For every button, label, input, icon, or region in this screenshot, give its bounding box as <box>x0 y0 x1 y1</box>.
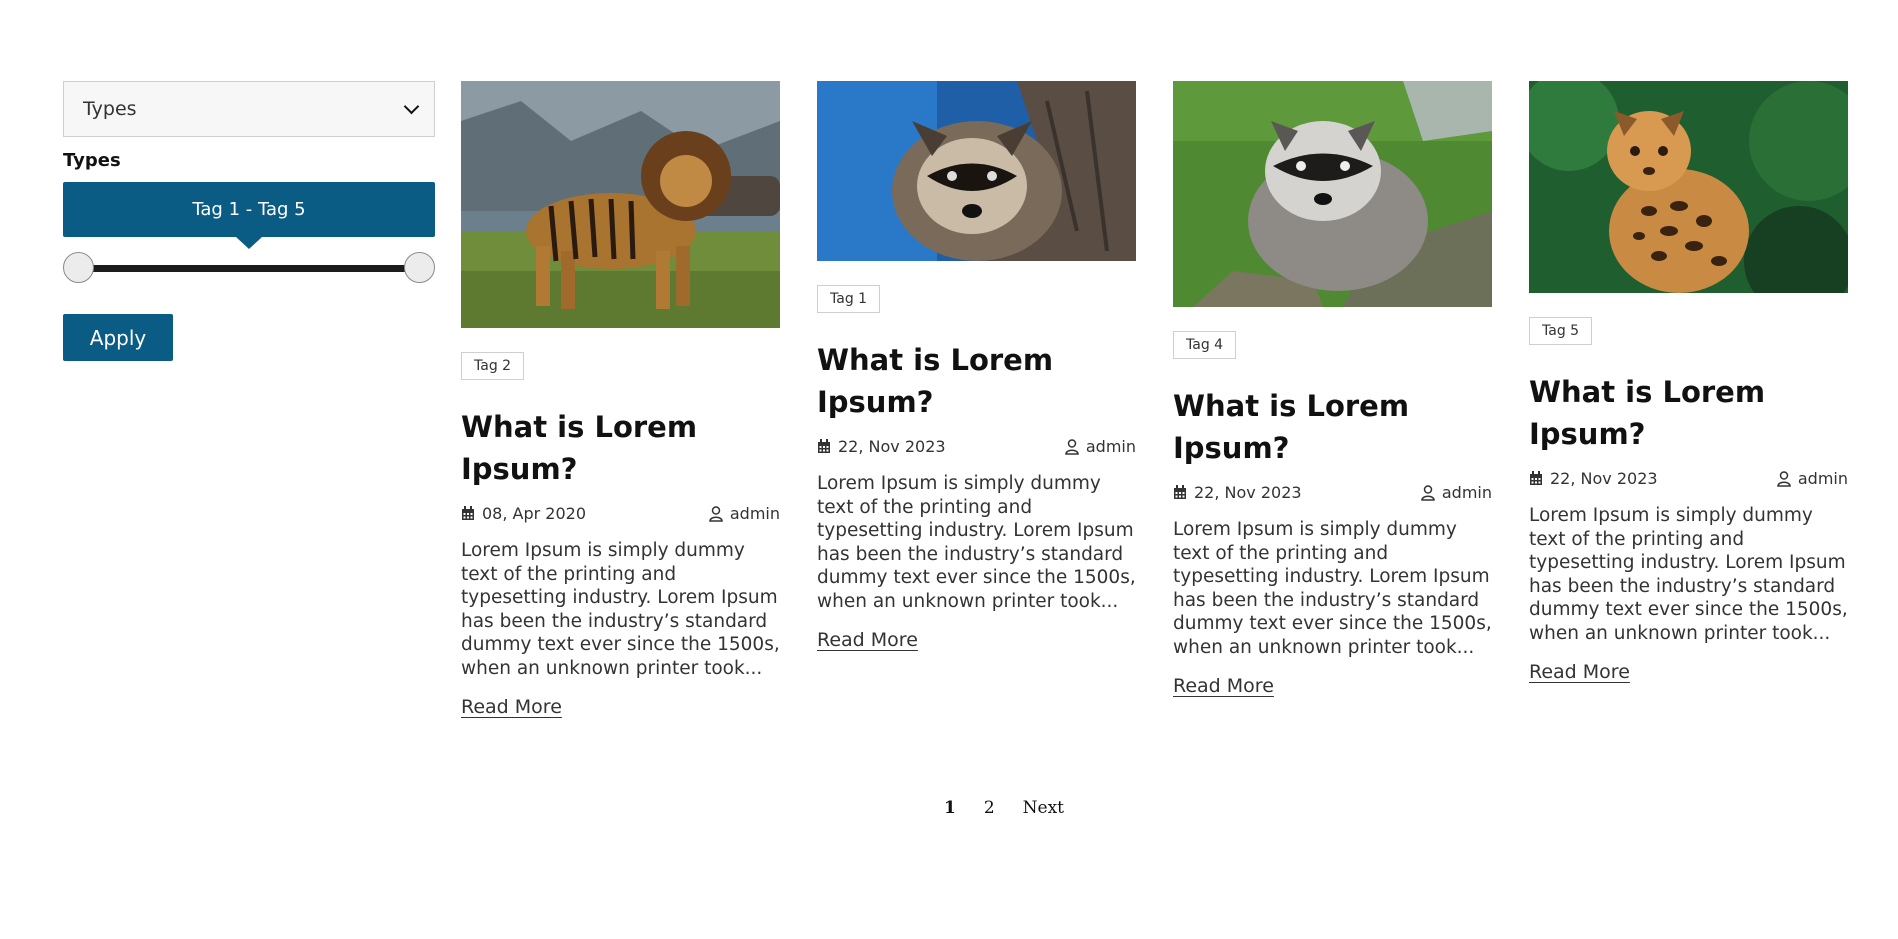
user-icon <box>1421 484 1435 501</box>
post-date-text: 22, Nov 2023 <box>1194 483 1302 502</box>
post-image-raccoon-tree[interactable] <box>817 81 1136 261</box>
post-excerpt: Lorem Ipsum is simply dummy text of the … <box>817 473 1136 612</box>
slider-handle-min[interactable] <box>63 252 94 283</box>
post-tag[interactable]: Tag 2 <box>461 352 525 380</box>
slider-handle-max[interactable] <box>404 252 435 283</box>
post-date-text: 08, Apr 2020 <box>482 504 587 523</box>
post-meta: 22, Nov 2023 admin <box>1529 469 1848 488</box>
post-meta: 22, Nov 2023 admin <box>817 437 1136 456</box>
calendar-icon <box>1530 471 1542 485</box>
post-author[interactable]: admin <box>709 504 780 523</box>
range-tooltip-label: Tag 1 - Tag 5 <box>192 199 306 220</box>
post-card: Tag 4 What is Lorem Ipsum? 22, Nov 2023 … <box>1173 81 1492 697</box>
read-more-link[interactable]: Read More <box>1529 661 1630 683</box>
post-tag[interactable]: Tag 5 <box>1529 317 1593 345</box>
read-more-link[interactable]: Read More <box>1173 675 1274 697</box>
chevron-down-icon <box>403 98 420 115</box>
pagination: 1 2 Next <box>0 798 1898 818</box>
post-title[interactable]: What is Lorem Ipsum? <box>461 406 780 490</box>
post-excerpt: Lorem Ipsum is simply dummy text of the … <box>1529 505 1848 644</box>
post-date-text: 22, Nov 2023 <box>838 437 946 456</box>
post-tag[interactable]: Tag 4 <box>1173 331 1237 359</box>
page-2-link[interactable]: 2 <box>984 798 995 818</box>
apply-button[interactable]: Apply <box>63 314 173 361</box>
post-author[interactable]: admin <box>1065 437 1136 456</box>
read-more-link[interactable]: Read More <box>461 696 562 718</box>
post-image-lion[interactable] <box>461 81 780 328</box>
post-excerpt: Lorem Ipsum is simply dummy text of the … <box>1173 519 1492 658</box>
range-tooltip: Tag 1 - Tag 5 <box>63 182 435 237</box>
post-card: Tag 5 What is Lorem Ipsum? 22, Nov 2023 … <box>1529 81 1848 683</box>
post-date: 22, Nov 2023 <box>817 437 946 456</box>
post-author-text: admin <box>1441 483 1492 502</box>
types-select-value: Types <box>83 98 137 120</box>
post-date: 22, Nov 2023 <box>1529 469 1658 488</box>
next-page-link[interactable]: Next <box>1023 798 1064 818</box>
post-tag[interactable]: Tag 1 <box>817 285 881 313</box>
post-author-text: admin <box>729 504 780 523</box>
post-image-raccoon-grass[interactable] <box>1173 81 1492 307</box>
post-date: 08, Apr 2020 <box>461 504 586 523</box>
user-icon <box>709 505 723 522</box>
post-date-text: 22, Nov 2023 <box>1550 469 1658 488</box>
read-more-link[interactable]: Read More <box>817 629 918 651</box>
post-card: Tag 2 What is Lorem Ipsum? 08, Apr 2020 … <box>461 81 780 718</box>
post-meta: 22, Nov 2023 admin <box>1173 483 1492 502</box>
tag-range-slider[interactable] <box>63 252 435 284</box>
post-title[interactable]: What is Lorem Ipsum? <box>1173 385 1492 469</box>
post-image-ocelot[interactable] <box>1529 81 1848 293</box>
page-1-current: 1 <box>943 798 956 818</box>
calendar-icon <box>1174 485 1186 499</box>
user-icon <box>1777 470 1791 487</box>
post-excerpt: Lorem Ipsum is simply dummy text of the … <box>461 540 780 679</box>
post-title[interactable]: What is Lorem Ipsum? <box>1529 371 1848 455</box>
post-date: 22, Nov 2023 <box>1173 483 1302 502</box>
slider-track <box>78 265 420 272</box>
calendar-icon <box>462 506 474 520</box>
post-author-text: admin <box>1797 469 1848 488</box>
post-title[interactable]: What is Lorem Ipsum? <box>817 339 1136 423</box>
post-author[interactable]: admin <box>1421 483 1492 502</box>
user-icon <box>1065 438 1079 455</box>
calendar-icon <box>818 439 830 453</box>
post-author[interactable]: admin <box>1777 469 1848 488</box>
post-card: Tag 1 What is Lorem Ipsum? 22, Nov 2023 … <box>817 81 1136 651</box>
types-select[interactable]: Types <box>63 81 435 137</box>
filter-heading: Types <box>63 150 121 171</box>
post-meta: 08, Apr 2020 admin <box>461 504 780 523</box>
post-author-text: admin <box>1085 437 1136 456</box>
filter-sidebar: Types Types Tag 1 - Tag 5 Apply <box>63 81 435 361</box>
